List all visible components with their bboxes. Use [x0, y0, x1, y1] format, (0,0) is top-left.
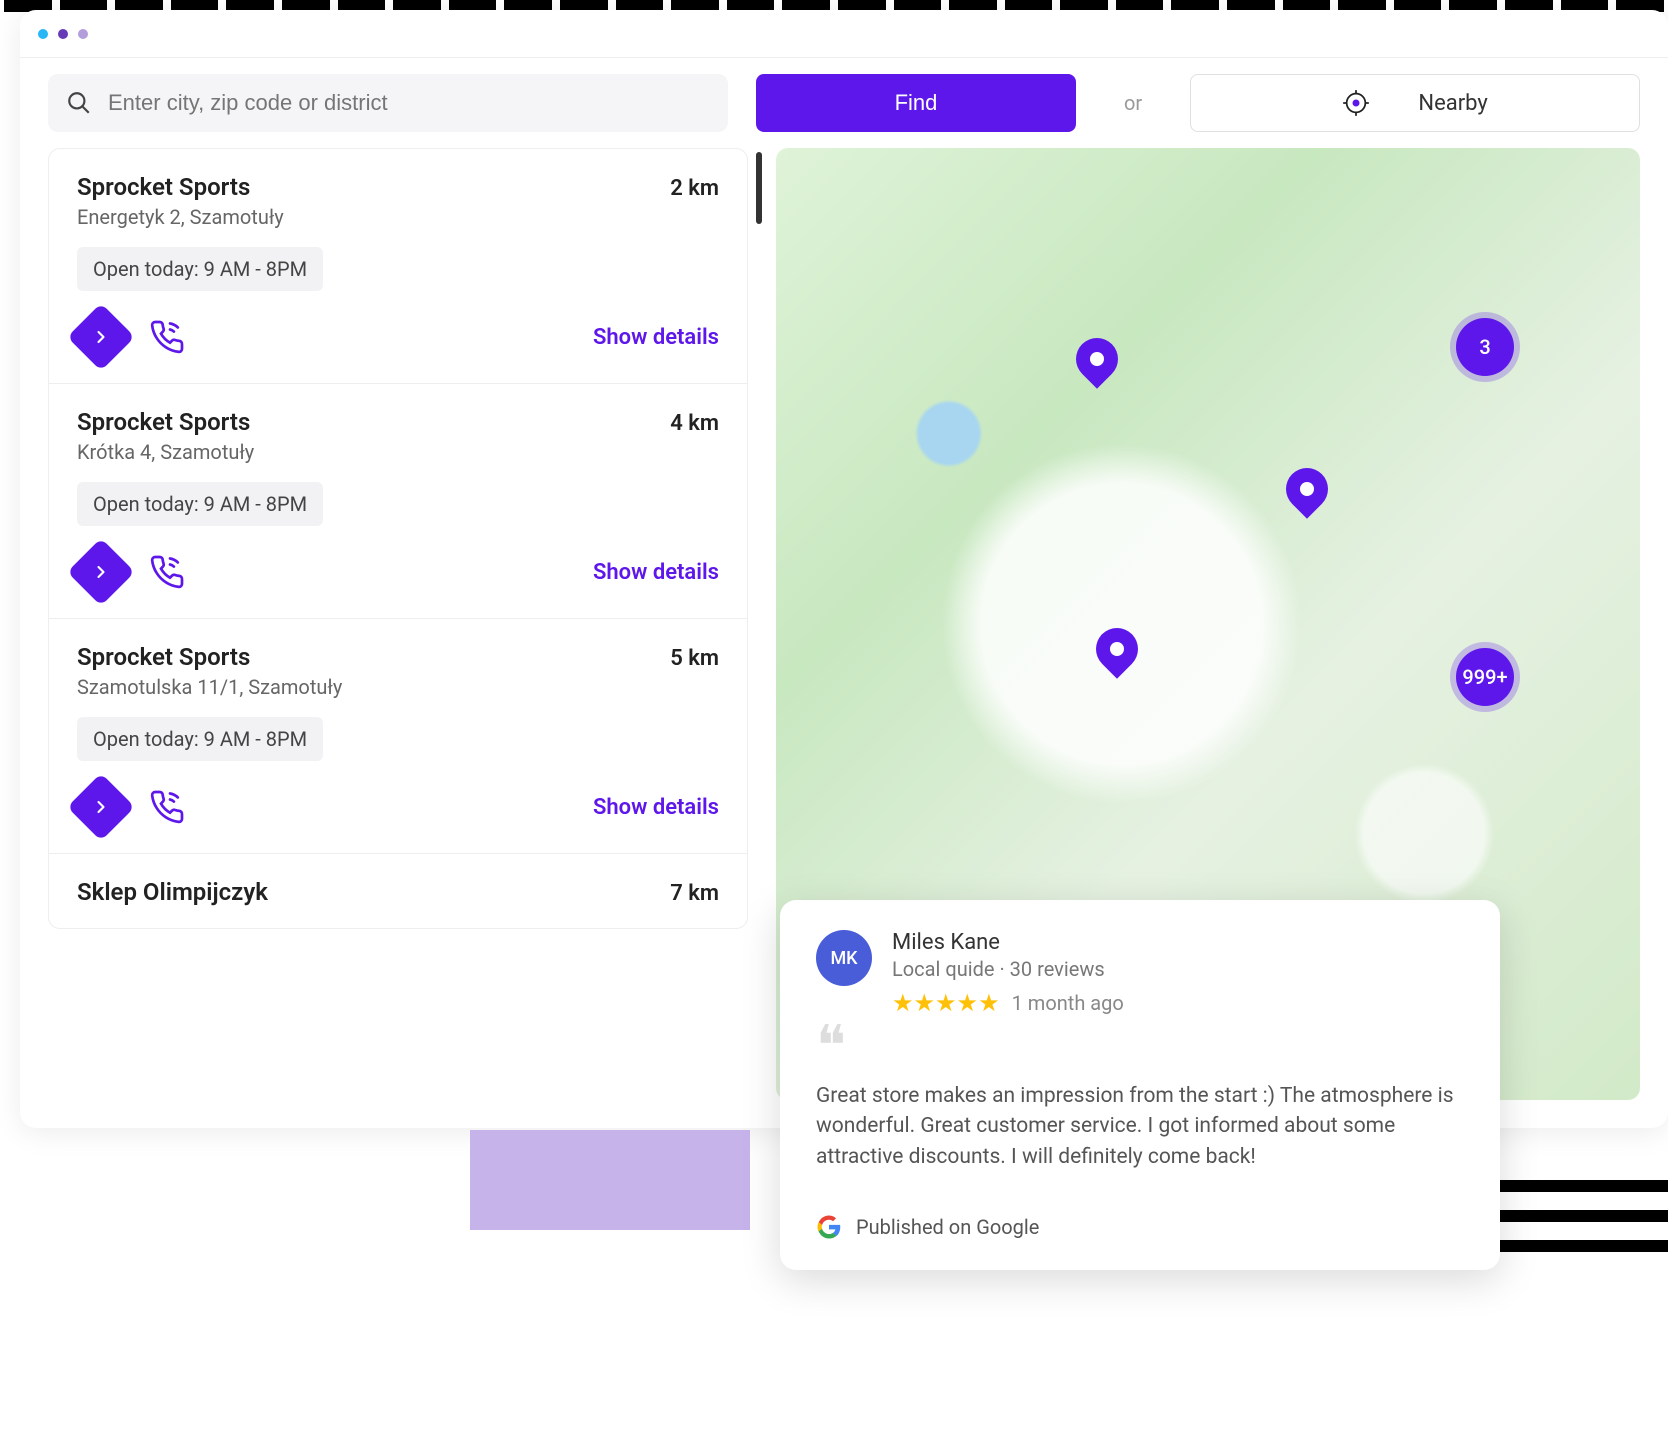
directions-button[interactable] [67, 773, 135, 841]
nearby-button[interactable]: Nearby [1190, 74, 1640, 132]
hours-chip: Open today: 9 AM - 8PM [77, 717, 323, 761]
quote-icon: ❝ [816, 1033, 1464, 1061]
map-cluster[interactable]: 999+ [1456, 648, 1514, 706]
store-name: Sprocket Sports [77, 173, 250, 201]
search-input[interactable] [108, 90, 710, 116]
store-distance: 2 km [670, 176, 719, 201]
review-text: Great store makes an impression from the… [816, 1081, 1464, 1172]
show-details-link[interactable]: Show details [593, 795, 719, 820]
map-pin[interactable] [1067, 329, 1126, 388]
window-titlebar [20, 10, 1668, 58]
find-button[interactable]: Find [756, 74, 1076, 132]
store-address: Krótka 4, Szamotuły [77, 440, 719, 464]
hours-chip: Open today: 9 AM - 8PM [77, 247, 323, 291]
map-pin[interactable] [1087, 619, 1146, 678]
search-icon [66, 90, 92, 116]
crosshair-icon [1342, 89, 1370, 117]
map-pin[interactable] [1277, 459, 1336, 518]
published-row: Published on Google [816, 1198, 1464, 1240]
reviewer-name: Miles Kane [892, 930, 1124, 955]
star-icon: ★ [892, 989, 914, 1017]
review-card: MK Miles Kane Local quide · 30 reviews ★… [780, 900, 1500, 1270]
stars-row: ★★★★★ 1 month ago [892, 989, 1124, 1017]
nearby-label: Nearby [1418, 91, 1487, 116]
call-button[interactable] [145, 785, 189, 829]
review-time: 1 month ago [1012, 991, 1124, 1015]
store-distance: 4 km [670, 411, 719, 436]
show-details-link[interactable]: Show details [593, 325, 719, 350]
store-name: Sklep Olimpijczyk [77, 878, 268, 906]
call-button[interactable] [145, 315, 189, 359]
store-address: Szamotulska 11/1, Szamotuły [77, 675, 719, 699]
window-control-dot[interactable] [78, 29, 88, 39]
published-label: Published on Google [856, 1215, 1039, 1239]
reviewer-meta: Local quide · 30 reviews [892, 957, 1124, 981]
window-control-dot[interactable] [38, 29, 48, 39]
store-distance: 5 km [670, 646, 719, 671]
scrollbar-thumb[interactable] [756, 152, 762, 224]
directions-button[interactable] [67, 303, 135, 371]
search-toolbar: Find or Nearby [20, 58, 1668, 148]
store-item[interactable]: Sklep Olimpijczyk 7 km [49, 854, 747, 928]
star-icon: ★ [914, 989, 936, 1017]
directions-button[interactable] [67, 538, 135, 606]
avatar: MK [816, 930, 872, 986]
store-item[interactable]: Sprocket Sports 4 km Krótka 4, Szamotuły… [49, 384, 747, 619]
store-item[interactable]: Sprocket Sports 2 km Energetyk 2, Szamot… [49, 149, 747, 384]
show-details-link[interactable]: Show details [593, 560, 719, 585]
store-distance: 7 km [670, 881, 719, 906]
decorative-stripes [1490, 1180, 1668, 1270]
store-list: Sprocket Sports 2 km Energetyk 2, Szamot… [48, 148, 748, 929]
store-address: Energetyk 2, Szamotuły [77, 205, 719, 229]
or-label: or [1104, 91, 1162, 115]
call-button[interactable] [145, 550, 189, 594]
store-name: Sprocket Sports [77, 408, 250, 436]
store-item[interactable]: Sprocket Sports 5 km Szamotulska 11/1, S… [49, 619, 747, 854]
star-icon: ★ [935, 989, 957, 1017]
store-name: Sprocket Sports [77, 643, 250, 671]
google-icon [816, 1214, 842, 1240]
star-icon: ★ [978, 989, 1000, 1017]
star-icon: ★ [957, 989, 979, 1017]
window-control-dot[interactable] [58, 29, 68, 39]
decorative-block [470, 1130, 750, 1230]
hours-chip: Open today: 9 AM - 8PM [77, 482, 323, 526]
store-list-panel: Sprocket Sports 2 km Energetyk 2, Szamot… [48, 148, 748, 1100]
map-cluster[interactable]: 3 [1456, 318, 1514, 376]
search-box[interactable] [48, 74, 728, 132]
